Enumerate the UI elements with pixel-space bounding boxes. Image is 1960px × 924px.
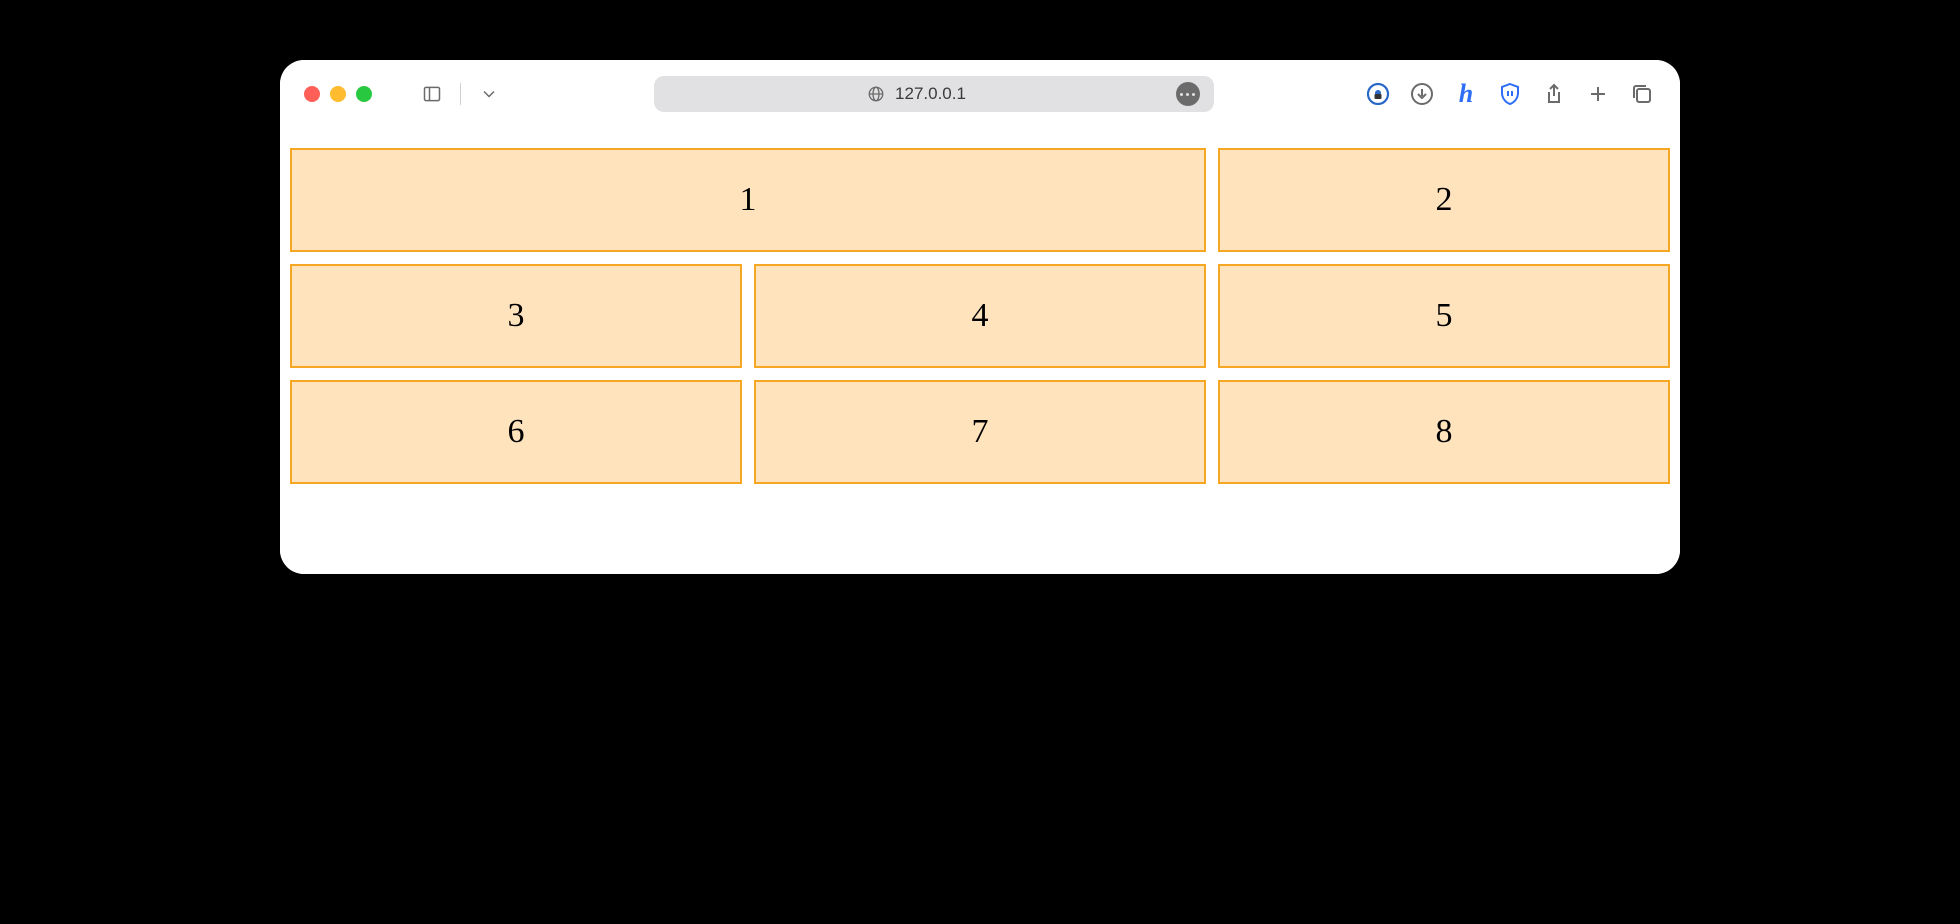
new-tab-button[interactable] (1584, 80, 1612, 108)
window-controls (304, 86, 372, 102)
tabs-icon (1630, 82, 1654, 106)
minimize-window-button[interactable] (330, 86, 346, 102)
grid-cell-6: 6 (290, 380, 742, 484)
privacy-report-button[interactable] (1364, 80, 1392, 108)
toolbar-divider (460, 83, 461, 105)
grid-cell-4: 4 (754, 264, 1206, 368)
grid-container: 1 2 3 4 5 6 7 8 (290, 148, 1670, 484)
page-content: 1 2 3 4 5 6 7 8 (280, 128, 1680, 574)
toolbar-right: h (1364, 80, 1656, 108)
browser-window: 127.0.0.1 (280, 60, 1680, 574)
close-window-button[interactable] (304, 86, 320, 102)
grid-cell-8: 8 (1218, 380, 1670, 484)
shield-pause-icon (1498, 82, 1522, 106)
download-icon (1410, 82, 1434, 106)
address-text: 127.0.0.1 (895, 84, 966, 104)
privacy-shield-icon (1366, 82, 1390, 106)
honey-extension-button[interactable]: h (1452, 80, 1480, 108)
downloads-button[interactable] (1408, 80, 1436, 108)
tab-dropdown-button[interactable] (475, 80, 503, 108)
grid-cell-7: 7 (754, 380, 1206, 484)
maximize-window-button[interactable] (356, 86, 372, 102)
plus-icon (1586, 82, 1610, 106)
adblock-extension-button[interactable] (1496, 80, 1524, 108)
sidebar-icon (422, 84, 442, 104)
chevron-down-icon (479, 84, 499, 104)
honey-icon: h (1459, 79, 1473, 109)
grid-cell-5: 5 (1218, 264, 1670, 368)
grid-cell-3: 3 (290, 264, 742, 368)
sidebar-toggle-button[interactable] (418, 80, 446, 108)
globe-icon (867, 85, 885, 103)
browser-toolbar: 127.0.0.1 (280, 60, 1680, 128)
address-bar[interactable]: 127.0.0.1 (654, 76, 1214, 112)
share-icon (1542, 82, 1566, 106)
grid-cell-1: 1 (290, 148, 1206, 252)
more-dots-icon (1180, 93, 1195, 96)
grid-cell-2: 2 (1218, 148, 1670, 252)
share-button[interactable] (1540, 80, 1568, 108)
tab-overview-button[interactable] (1628, 80, 1656, 108)
address-more-button[interactable] (1176, 82, 1200, 106)
